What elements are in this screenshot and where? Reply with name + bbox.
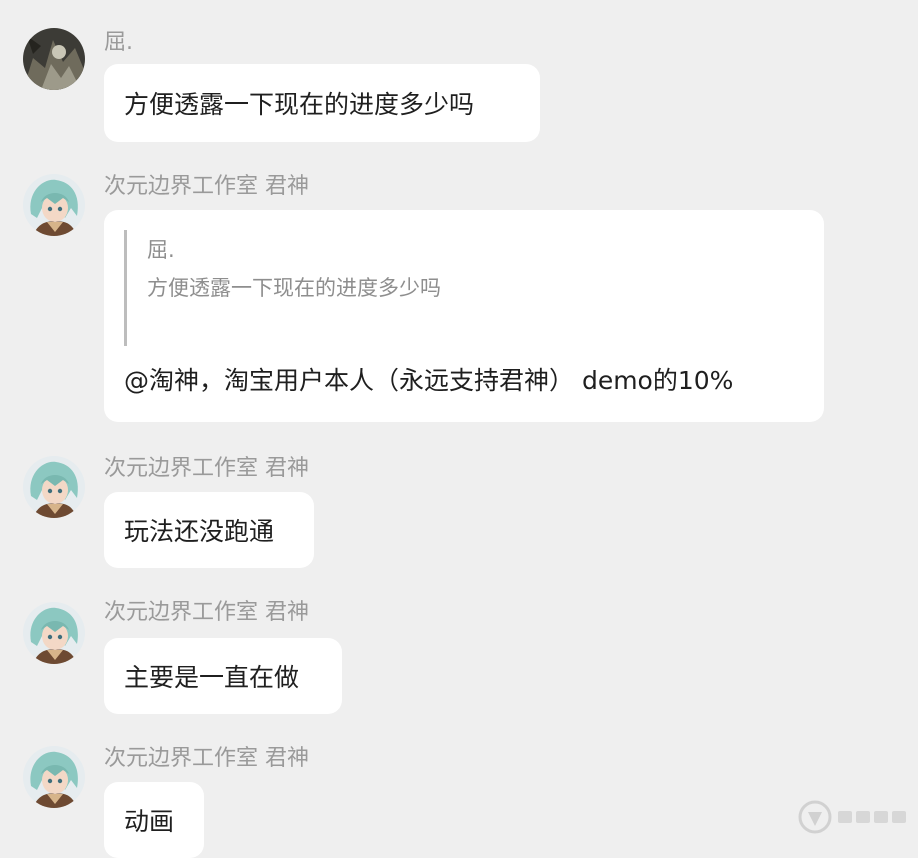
message-text: @淘神，淘宝用户本人（永远支持君神） demo的10% [124, 366, 734, 395]
avatar[interactable] [23, 746, 85, 808]
anime-character-avatar-icon [23, 602, 85, 664]
site-logo-icon [798, 800, 832, 834]
avatar[interactable] [23, 174, 85, 236]
avatar[interactable] [23, 602, 85, 664]
quoted-text: 方便透露一下现在的进度多少吗 [147, 276, 441, 300]
anime-character-avatar-icon [23, 456, 85, 518]
message-text: 玩法还没跑通 [124, 517, 275, 546]
avatar[interactable] [23, 456, 85, 518]
dark-user-avatar-icon [23, 28, 85, 90]
message-bubble[interactable]: 方便透露一下现在的进度多少吗 [104, 64, 540, 142]
anime-character-avatar-icon [23, 746, 85, 808]
sender-name: 次元边界工作室 君神 [104, 174, 309, 199]
message-bubble[interactable]: 屈. 方便透露一下现在的进度多少吗 @淘神，淘宝用户本人（永远支持君神） dem… [104, 210, 824, 422]
sender-name: 屈. [104, 30, 133, 55]
chat-area: 屈. 方便透露一下现在的进度多少吗 次元边界工作室 君神 屈. 方便透露一下现在… [0, 0, 918, 858]
avatar[interactable] [23, 28, 85, 90]
sender-name: 次元边界工作室 君神 [104, 600, 309, 625]
sender-name: 次元边界工作室 君神 [104, 456, 309, 481]
sender-name: 次元边界工作室 君神 [104, 746, 309, 771]
message-text: 动画 [124, 807, 175, 836]
message-text: 方便透露一下现在的进度多少吗 [124, 90, 475, 119]
message-bubble[interactable]: 动画 [104, 782, 204, 858]
message-text: 主要是一直在做 [124, 663, 300, 692]
message-bubble[interactable]: 主要是一直在做 [104, 638, 342, 714]
watermark-text-icon [838, 811, 906, 823]
quoted-sender: 屈. [147, 238, 175, 262]
message-bubble[interactable]: 玩法还没跑通 [104, 492, 314, 568]
site-watermark [798, 800, 910, 834]
quoted-message[interactable]: 屈. 方便透露一下现在的进度多少吗 [124, 230, 441, 346]
anime-character-avatar-icon [23, 174, 85, 236]
